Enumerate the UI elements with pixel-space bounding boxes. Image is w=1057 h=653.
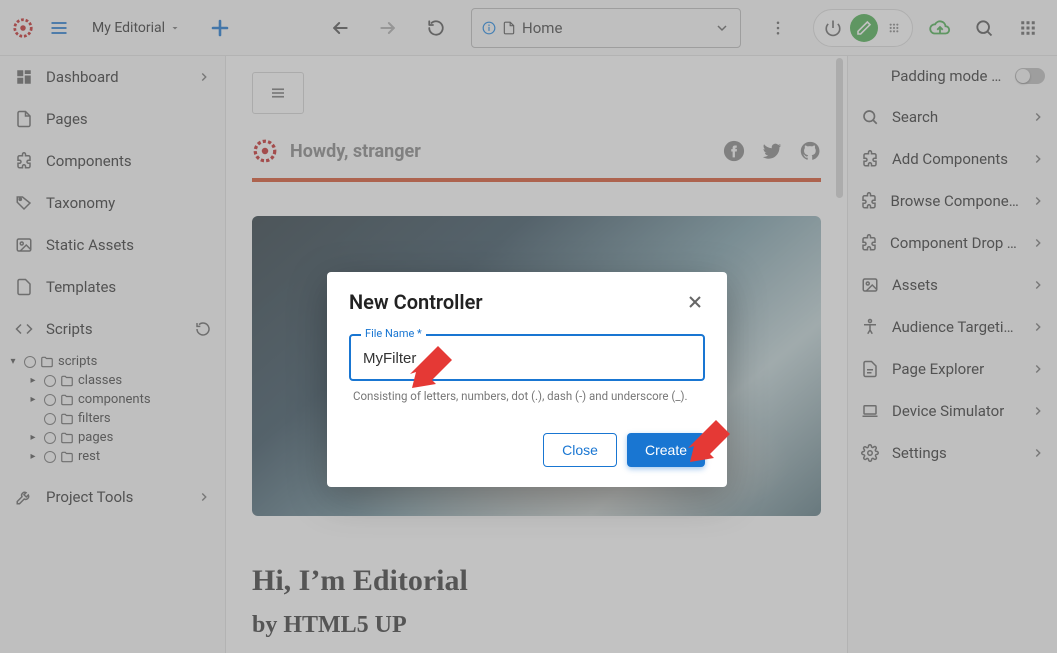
modal-title: New Controller xyxy=(349,290,483,314)
close-button[interactable]: Close xyxy=(543,433,617,467)
filename-field[interactable]: File Name * xyxy=(349,334,705,381)
create-button[interactable]: Create xyxy=(627,433,705,467)
field-label: File Name * xyxy=(361,327,426,340)
modal-close-button[interactable] xyxy=(685,292,705,312)
field-helper: Consisting of letters, numbers, dot (.),… xyxy=(349,381,705,409)
new-controller-modal: New Controller File Name * Consisting of… xyxy=(327,272,727,487)
filename-input[interactable] xyxy=(363,350,691,367)
